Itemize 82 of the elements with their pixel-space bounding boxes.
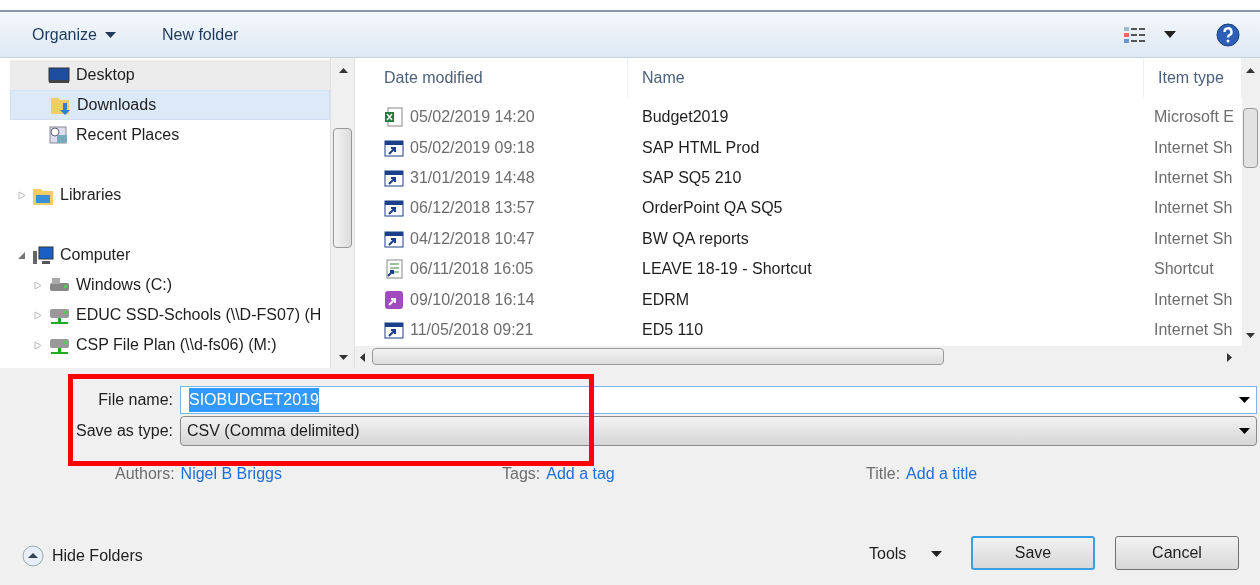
file-name-cell[interactable]: BW QA reports xyxy=(628,226,1144,251)
caret-icon[interactable] xyxy=(1164,31,1176,38)
computer-icon xyxy=(32,245,54,265)
item-type-cell-text: Internet Sh xyxy=(1153,167,1233,188)
nav-item[interactable]: CSP File Plan (\\d-fs06) (M:) xyxy=(10,330,330,360)
scroll-up-icon[interactable] xyxy=(339,68,348,73)
dropdown-caret-icon[interactable] xyxy=(1239,428,1250,434)
property-label: Title: xyxy=(866,464,901,484)
property-label: Tags: xyxy=(502,464,541,484)
scroll-up-icon[interactable] xyxy=(1246,68,1255,73)
desktop-icon xyxy=(48,65,70,85)
scroll-thumb[interactable] xyxy=(372,348,944,365)
column-header[interactable]: Name xyxy=(628,58,1144,98)
hide-folders-button[interactable]: Hide Folders xyxy=(22,544,143,568)
item-type-cell-text: Internet Sh xyxy=(1153,137,1233,158)
file-name-cell[interactable]: SAP SQ5 210 xyxy=(628,165,1144,190)
scroll-thumb[interactable] xyxy=(333,128,352,248)
nav-item[interactable]: EDUC SSD-Schools (\\D-FS07) (H xyxy=(10,300,330,330)
nav-item[interactable]: Downloads xyxy=(10,90,330,120)
file-name-cell[interactable]: ED5 110 xyxy=(628,317,1144,342)
item-type-cell-text: Internet Sh xyxy=(1153,289,1233,310)
property-value[interactable]: Nigel B Briggs xyxy=(180,462,282,486)
shortcut-icon xyxy=(384,228,404,249)
vertical-scrollbar[interactable] xyxy=(330,58,355,368)
scroll-right-icon[interactable] xyxy=(1227,353,1232,362)
file-name-label: File name: xyxy=(97,390,174,410)
property-label: Authors: xyxy=(115,464,175,484)
nav-item[interactable]: Recent Places xyxy=(10,120,330,150)
shortcut-icon xyxy=(384,137,404,158)
expanded-arrow-icon[interactable] xyxy=(18,250,26,260)
date-cell-text: 31/01/2019 14:48 xyxy=(410,167,535,188)
horizontal-scrollbar[interactable] xyxy=(355,346,1260,368)
file-name-cell[interactable]: SAP HTML Prod xyxy=(628,135,1144,160)
recent-places-icon xyxy=(48,125,70,145)
dropdown-caret-icon[interactable] xyxy=(1239,397,1250,403)
save-as-type-dropdown[interactable]: CSV (Comma delimited) xyxy=(180,416,1257,446)
app-shortcut-icon xyxy=(384,289,404,310)
date-cell-text: 11/05/2018 09:21 xyxy=(410,319,534,340)
date-cell-text: 05/02/2019 14:20 xyxy=(410,107,535,128)
item-type-cell-text: Shortcut xyxy=(1153,259,1214,280)
file-name-cell[interactable]: EDRM xyxy=(628,287,1144,312)
shortcut-icon xyxy=(384,319,404,340)
caret-icon xyxy=(104,31,116,38)
file-name-cell[interactable]: LEAVE 18-19 - Shortcut xyxy=(628,257,1144,282)
item-type-cell-text: Internet Sh xyxy=(1153,198,1233,219)
folder-icon xyxy=(49,95,71,115)
item-type-cell-text: Internet Sh xyxy=(1153,228,1233,249)
nav-item[interactable]: Windows (C:) xyxy=(10,270,330,300)
collapse-icon xyxy=(22,545,44,567)
scroll-down-icon[interactable] xyxy=(1246,333,1255,338)
file-name-cell[interactable]: OrderPoint QA SQ5 xyxy=(628,196,1144,221)
tools-menu[interactable]: Tools xyxy=(869,542,943,566)
new-folder-button[interactable]: New folder xyxy=(161,22,239,47)
item-type-cell-text: Internet Sh xyxy=(1153,319,1233,340)
nav-item[interactable]: Desktop xyxy=(10,60,330,90)
help-icon[interactable] xyxy=(1216,22,1240,47)
shortcut-icon xyxy=(384,198,404,219)
nav-item[interactable]: Computer xyxy=(10,240,330,270)
scroll-down-icon[interactable] xyxy=(339,355,348,360)
scroll-left-icon[interactable] xyxy=(360,353,365,362)
cancel-button[interactable]: Cancel xyxy=(1115,536,1239,570)
date-cell-text: 04/12/2018 10:47 xyxy=(410,228,535,249)
scroll-thumb[interactable] xyxy=(1243,108,1258,168)
file-name-cell[interactable]: Budget2019 xyxy=(628,105,1144,130)
caret-icon xyxy=(931,551,943,557)
item-type-cell-text: Microsoft E xyxy=(1153,107,1234,128)
property-value[interactable]: Add a title xyxy=(906,462,978,486)
excel-file-icon xyxy=(384,107,404,128)
shortcut-icon xyxy=(384,167,404,188)
column-header[interactable]: Date modified xyxy=(370,58,628,98)
organize-menu[interactable]: Organize xyxy=(32,22,116,47)
date-cell-text: 06/12/2018 13:57 xyxy=(410,198,535,219)
vertical-scrollbar[interactable] xyxy=(1242,58,1260,346)
date-cell-text: 06/11/2018 16:05 xyxy=(410,259,534,280)
save-button[interactable]: Save xyxy=(971,536,1095,570)
nav-item[interactable]: Libraries xyxy=(10,180,330,210)
date-cell-text: 09/10/2018 16:14 xyxy=(410,289,535,310)
view-options-icon[interactable] xyxy=(1124,26,1146,43)
date-cell-text: 05/02/2019 09:18 xyxy=(410,137,535,158)
save-as-type-label: Save as type: xyxy=(75,421,174,441)
spreadsheet-shortcut-icon xyxy=(384,259,404,280)
property-value[interactable]: Add a tag xyxy=(546,462,615,486)
